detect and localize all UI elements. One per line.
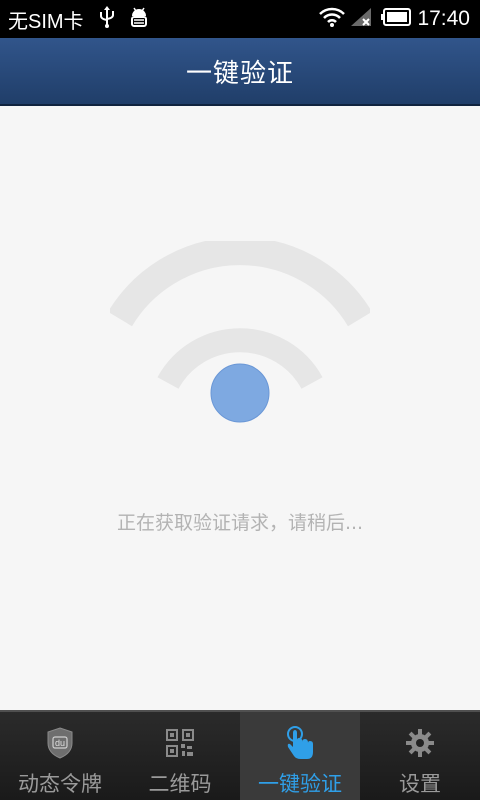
bottom-tab-bar: du 动态令牌 二维码 一键验证 设置 <box>0 710 480 800</box>
tab-dynamic-token[interactable]: du 动态令牌 <box>0 712 120 800</box>
tap-hand-icon <box>283 726 317 760</box>
tab-qr-code[interactable]: 二维码 <box>120 712 240 800</box>
page-title: 一键验证 <box>185 58 294 89</box>
tab-label: 一键验证 <box>258 772 342 796</box>
main-content: 正在获取验证请求，请稍后... <box>0 106 480 710</box>
status-bar: 无SIM卡 17:40 <box>0 0 480 38</box>
usb-icon <box>98 5 116 33</box>
status-bar-left: 无SIM卡 <box>8 0 162 38</box>
tab-settings[interactable]: 设置 <box>360 712 480 800</box>
tab-label: 二维码 <box>148 772 212 796</box>
title-bar: 一键验证 <box>0 38 480 106</box>
status-message: 正在获取验证请求，请稍后... <box>116 512 364 534</box>
gear-icon <box>405 726 435 760</box>
tab-one-key-verify[interactable]: 一键验证 <box>240 712 360 800</box>
tab-label: 设置 <box>399 772 441 796</box>
svg-text:du: du <box>55 738 65 748</box>
wifi-signal-icon <box>108 237 372 431</box>
qr-code-icon <box>166 726 194 760</box>
battery-icon <box>381 7 412 31</box>
clock: 17:40 <box>417 7 470 30</box>
no-signal-icon <box>349 6 375 33</box>
wifi-icon <box>319 6 346 33</box>
status-bar-right: 17:40 <box>319 0 470 38</box>
tab-label: 动态令牌 <box>18 772 102 796</box>
android-debug-icon <box>128 6 150 33</box>
shield-du-icon: du <box>47 726 73 760</box>
carrier-label: 无SIM卡 <box>8 10 84 33</box>
